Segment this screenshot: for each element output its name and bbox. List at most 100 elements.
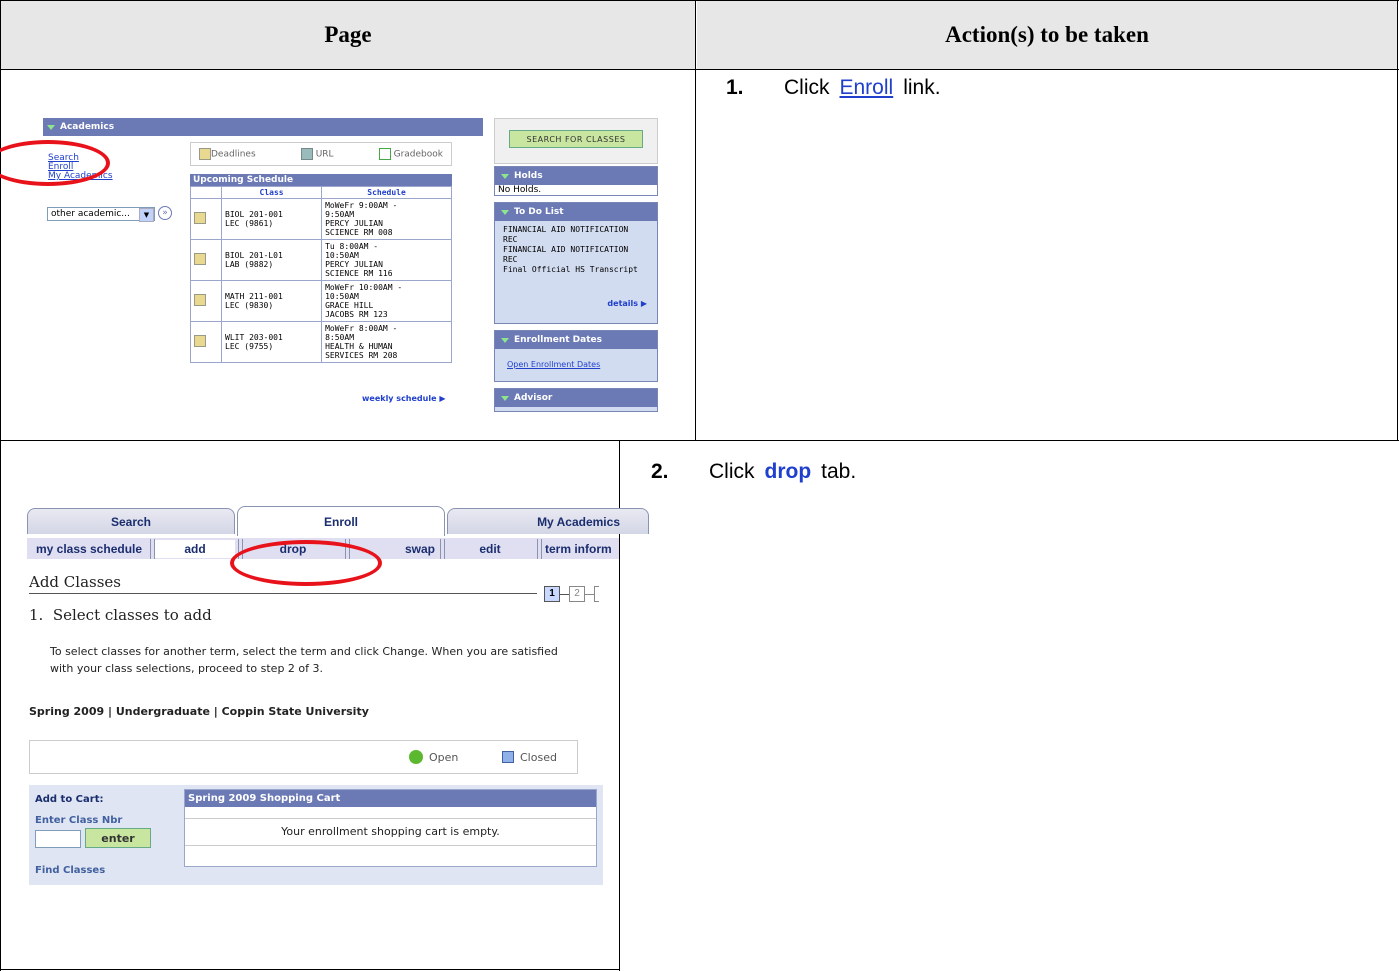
schedule-table: Class Schedule BIOL 201-001 LEC (9861) Mo… [190, 186, 452, 363]
collapse-arrow-icon[interactable] [47, 124, 55, 130]
calendar-icon [199, 148, 211, 160]
url-label: URL [315, 149, 334, 160]
schedule-line: JACOBS RM 123 [325, 310, 388, 319]
tab-search[interactable]: Search [27, 508, 235, 534]
todo-list: FINANCIAL AID NOTIFICATION REC FINANCIAL… [495, 221, 657, 279]
holds-panel: Holds No Holds. [494, 166, 658, 196]
advisor-title: Advisor [514, 393, 553, 403]
collapse-arrow-icon[interactable] [501, 173, 509, 179]
class-icon[interactable] [194, 212, 206, 224]
subtab-my-class-schedule[interactable]: my class schedule [31, 540, 147, 558]
collapse-arrow-icon[interactable] [501, 337, 509, 343]
col-schedule: Schedule [321, 186, 452, 199]
shopping-cart: Spring 2009 Shopping Cart Your enrollmen… [184, 789, 597, 867]
details-link[interactable]: details ▶ [607, 299, 647, 308]
enrollment-dates-header: Enrollment Dates [495, 331, 657, 349]
weekly-schedule-label: weekly schedule [362, 394, 437, 403]
enrollment-dates-panel: Enrollment Dates Open Enrollment Dates [494, 330, 658, 382]
step-text-after: link. [903, 76, 941, 99]
schedule-line: PERCY JULIAN [325, 219, 383, 228]
gradebook-label: Gradebook [393, 149, 443, 160]
schedule-line: SERVICES RM 208 [325, 351, 398, 360]
table-border [0, 440, 1399, 441]
search-for-classes-button[interactable]: SEARCH FOR CLASSES [509, 130, 643, 148]
schedule-line: MoWeFr 9:00AM - [325, 201, 398, 210]
col-class: Class [220, 186, 323, 199]
url-button[interactable]: URL [300, 148, 334, 160]
step-2: 2. Click drop tab. [651, 460, 856, 484]
subtab-term-information[interactable]: term inform [545, 540, 619, 558]
step-number: 2. [651, 460, 669, 483]
table-row: MATH 211-001 LEC (9830) MoWeFr 10:00AM -1… [190, 280, 452, 322]
collapse-arrow-icon[interactable] [501, 395, 509, 401]
other-academic-select[interactable]: other academic... ▼ [47, 207, 155, 222]
step-3-box [594, 586, 599, 602]
open-icon [409, 750, 423, 764]
class-icon[interactable] [194, 253, 206, 265]
table-row: WLIT 203-001 LEC (9755) MoWeFr 8:00AM -8:… [190, 321, 452, 363]
subtab-edit[interactable]: edit [445, 540, 535, 558]
details-label: details [607, 299, 639, 308]
table-border [0, 969, 620, 970]
schedule-line: PERCY JULIAN [325, 260, 383, 269]
go-arrow-icon[interactable]: » [158, 206, 172, 220]
table-divider [695, 0, 696, 441]
advisor-panel: Advisor [494, 388, 658, 412]
enter-button[interactable]: enter [85, 828, 151, 848]
cart-title: Spring 2009 Shopping Cart [185, 790, 596, 807]
step-connector [585, 593, 594, 595]
class-section: LEC (9830) [225, 301, 274, 310]
collapse-arrow-icon[interactable] [501, 209, 509, 215]
table-border-right [1397, 0, 1398, 441]
schedule-line: SCIENCE RM 116 [325, 269, 393, 278]
arrow-right-icon: ▶ [439, 394, 446, 403]
gradebook-icon [378, 148, 391, 160]
enroll-link[interactable]: Enroll [840, 76, 894, 100]
schedule-line: 10:50AM [325, 251, 359, 260]
holds-header: Holds [495, 167, 657, 185]
todo-panel: To Do List FINANCIAL AID NOTIFICATION RE… [494, 202, 658, 324]
class-name: BIOL 201-L01 [225, 251, 283, 260]
term-label: Spring 2009 | Undergraduate | Coppin Sta… [29, 705, 369, 718]
deadlines-button[interactable]: Deadlines [199, 148, 256, 160]
page-title: Add Classes [29, 573, 121, 591]
academics-toolbar: Deadlines URL Gradebook [190, 142, 452, 166]
list-item: Final Official HS Transcript [503, 265, 638, 274]
tab-enroll[interactable]: Enroll [237, 506, 445, 536]
schedule-line: MoWeFr 8:00AM - [325, 324, 398, 333]
class-icon[interactable] [194, 294, 206, 306]
schedule-line: MoWeFr 10:00AM - [325, 283, 403, 292]
legend-box [29, 740, 578, 774]
open-enrollment-dates-link[interactable]: Open Enrollment Dates [507, 360, 657, 369]
schedule-line: GRACE HILL [325, 301, 374, 310]
class-name: BIOL 201-001 [225, 210, 283, 219]
header-page: Page [1, 1, 695, 69]
title-rule [29, 593, 537, 594]
tab-my-academics[interactable]: My Academics [447, 508, 649, 534]
step-text-after: tab. [821, 460, 857, 483]
class-section: LEC (9755) [225, 342, 274, 351]
cart-header-row [185, 807, 596, 819]
schedule-line: Tu 8:00AM - [325, 242, 379, 251]
list-item: REC [503, 255, 518, 264]
gradebook-button[interactable]: Gradebook [378, 148, 443, 160]
step-1: 1. Click Enroll link. [726, 76, 941, 100]
drop-tab-reference[interactable]: drop [765, 460, 812, 484]
step-indicator: 1 2 [544, 586, 599, 602]
list-item: FINANCIAL AID NOTIFICATION [503, 225, 629, 234]
step-text-before: Click [784, 76, 830, 99]
blank-header [190, 186, 222, 199]
todo-header: To Do List [495, 203, 657, 221]
arrow-right-icon: ▶ [640, 299, 647, 308]
add-to-cart-label: Add to Cart: [35, 794, 104, 805]
table-row: BIOL 201-001 LEC (9861) MoWeFr 9:00AM -9:… [190, 198, 452, 240]
academics-header: Academics [43, 118, 483, 136]
enrollment-dates-title: Enrollment Dates [514, 335, 602, 345]
weekly-schedule-link[interactable]: weekly schedule ▶ [362, 394, 445, 403]
subtab-add[interactable]: add [155, 540, 235, 558]
class-nbr-input[interactable] [35, 830, 81, 848]
class-icon[interactable] [194, 335, 206, 347]
find-classes-label: Find Classes [35, 865, 106, 876]
class-section: LAB (9882) [225, 260, 274, 269]
legend-open: Open [429, 751, 459, 764]
